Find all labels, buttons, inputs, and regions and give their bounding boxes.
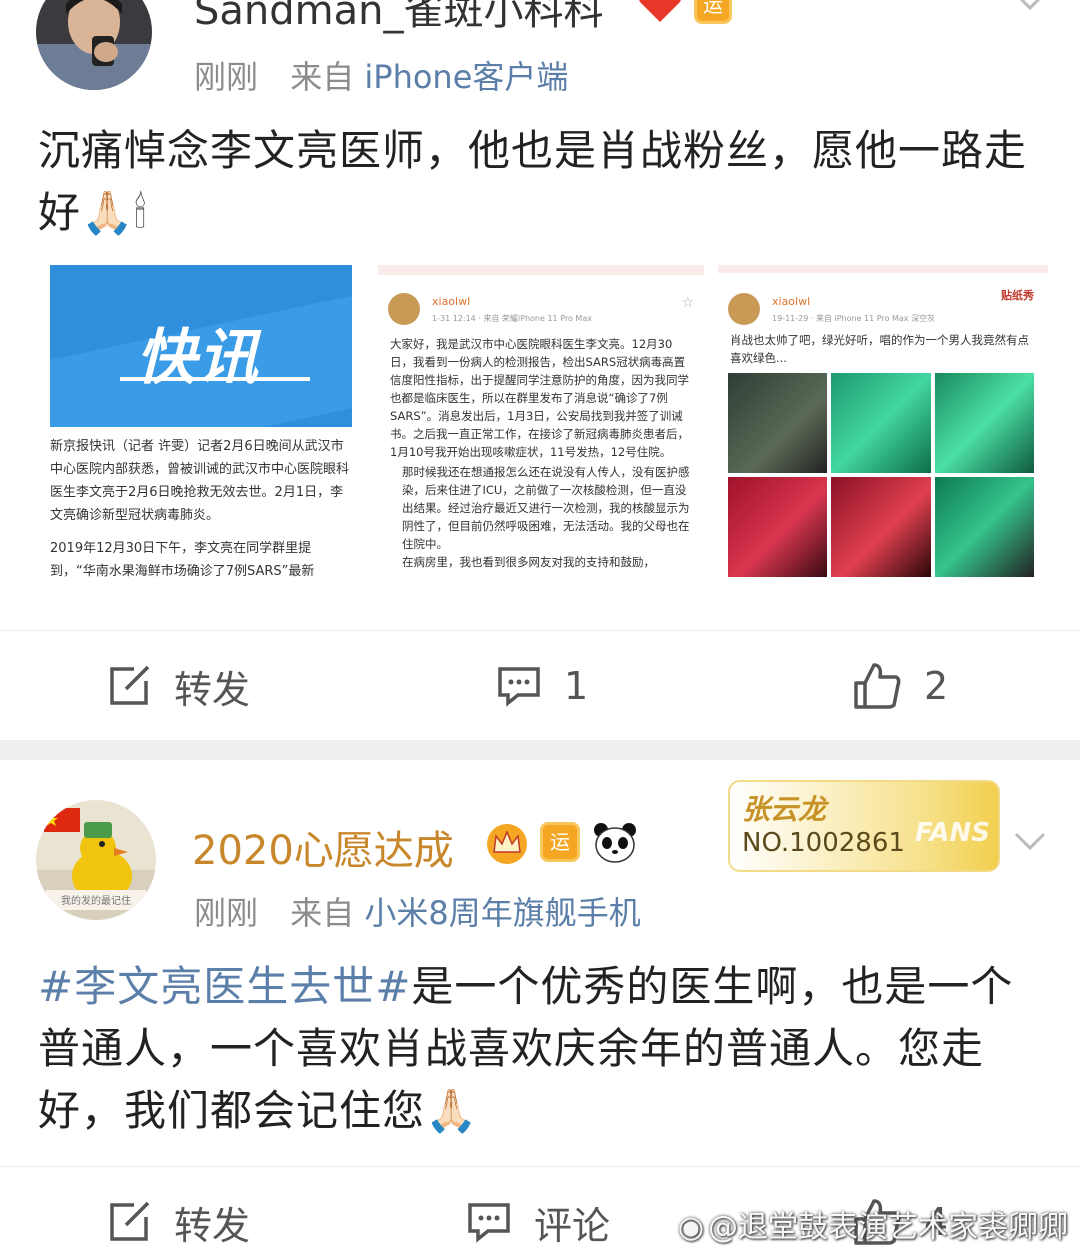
- yun-label: 运: [550, 830, 570, 854]
- thumbs-up-icon: [854, 663, 901, 709]
- grid-photo: [934, 477, 1034, 577]
- yun-badge: 运: [540, 822, 580, 862]
- weibo-logo-icon: ◉: [677, 1210, 704, 1245]
- action-bar: 转发 1 2: [0, 630, 1080, 740]
- weibo-watermark: ◉ @退堂鼓表演艺术家裘卿卿: [678, 1202, 1068, 1246]
- post-separator: [0, 740, 1080, 760]
- comment-icon: [498, 667, 540, 707]
- sticker-badge: 贴纸秀: [1001, 289, 1034, 302]
- weibo-screenshot-image[interactable]: xiaolwl 1-31 12:14 · 来自 荣耀iPhone 11 Pro …: [378, 265, 704, 595]
- post-text: #李文亮医生去世#是一个优秀的医生啊，也是一个普通人，一个喜欢肖战喜欢庆余年的普…: [38, 956, 1048, 1142]
- post-source[interactable]: iPhone客户端: [364, 58, 568, 96]
- fans-number: NO.1002861: [742, 828, 905, 858]
- grid-photo: [831, 477, 931, 577]
- comment-icon: [468, 1203, 510, 1243]
- fans-card[interactable]: 张云龙 NO.1002861 FANS: [728, 780, 1000, 872]
- fan-meta: 19-11-29 · 来自 iPhone 11 Pro Max 深空灰: [772, 314, 936, 323]
- star-icon: ☆: [681, 295, 694, 311]
- repost-button[interactable]: 转发: [106, 631, 250, 741]
- news-para-2: 2019年12月30日下午，李文亮在同学群里提到，“华南水果海鲜市场确诊了7例S…: [50, 541, 315, 579]
- screenshot-para-1: 大家好，我是武汉市中心医院眼科医生李文亮。12月30日，我看到一份病人的检测报告…: [390, 337, 689, 459]
- chevron-down-icon[interactable]: [1010, 0, 1050, 22]
- jiayou-label: 加油: [649, 0, 671, 1]
- avatar-caption: 我的发的最记住: [61, 894, 131, 907]
- topic-hashtag[interactable]: #李文亮医生去世#: [38, 962, 411, 1011]
- screenshot-user: xiaolwl: [432, 295, 471, 308]
- comment-label: 评论: [534, 1203, 611, 1248]
- repost-icon: [110, 665, 150, 705]
- repost-label: 转发: [174, 667, 251, 712]
- from-label: 来自: [290, 58, 355, 96]
- crown-icon: [484, 822, 530, 866]
- news-para-1: 新京报快讯（记者 许雯）记者2月6日晚间从武汉市中心医院内部获悉，曾被训诫的武汉…: [50, 439, 350, 523]
- grid-photo: [934, 373, 1034, 473]
- news-image[interactable]: 快讯 新京报快讯（记者 许雯）记者2月6日晚间从武汉市中心医院内部获悉，曾被训诫…: [50, 265, 352, 595]
- chevron-down-icon[interactable]: [1010, 822, 1050, 862]
- yun-badge: 运: [694, 0, 732, 24]
- fan-text: 肖战也太帅了吧，绿光好听，唱的作为一个男人我竟然有点喜欢绿色...: [730, 333, 1029, 365]
- post-time: 刚刚: [194, 58, 259, 96]
- post-source[interactable]: 小米8周年旗舰手机: [364, 894, 640, 932]
- user-avatar[interactable]: 我的发的最记住: [36, 800, 156, 920]
- grid-photo: [728, 373, 828, 473]
- username[interactable]: Sandman_雀斑小科科: [194, 0, 603, 36]
- like-count: 2: [924, 664, 949, 708]
- username[interactable]: 2020心愿达成: [192, 818, 454, 876]
- watermark-text: @退堂鼓表演艺术家裘卿卿: [708, 1210, 1068, 1245]
- user-avatar[interactable]: [36, 0, 152, 90]
- fans-word: FANS: [914, 818, 990, 848]
- screenshot-avatar: [388, 293, 420, 325]
- comment-button[interactable]: 1: [496, 631, 588, 741]
- weibo-post-2: 我的发的最记住 2020心愿达成 运 张云龙 NO.1002861 FANS 刚…: [0, 760, 1080, 1260]
- repost-button[interactable]: 转发: [106, 1167, 250, 1260]
- comment-count: 1: [564, 664, 589, 708]
- fan-user: xiaolwl: [772, 295, 811, 308]
- news-banner: 快讯: [50, 265, 352, 427]
- repost-icon: [110, 1201, 150, 1241]
- fan-avatar: [728, 293, 760, 325]
- like-button[interactable]: 2: [852, 631, 948, 741]
- yun-label: 运: [703, 0, 723, 17]
- fan-post-image[interactable]: xiaolwl 19-11-29 · 来自 iPhone 11 Pro Max …: [718, 265, 1048, 595]
- panda-icon: [592, 820, 638, 864]
- post-time: 刚刚: [194, 894, 259, 932]
- post-meta: 刚刚 来自 小米8周年旗舰手机: [194, 888, 641, 934]
- photo-grid: [728, 373, 1034, 577]
- post-meta: 刚刚 来自 iPhone客户端: [194, 52, 568, 98]
- fans-name: 张云龙: [742, 793, 827, 826]
- comment-button[interactable]: 评论: [466, 1167, 610, 1260]
- grid-photo: [831, 373, 931, 473]
- weibo-post-1: Sandman_雀斑小科科 加油 运 刚刚 来自 iPhone客户端 沉痛悼念李…: [0, 0, 1080, 740]
- screenshot-para-2: 那时候我还在想通报怎么还在说没有人传人，没有医护感染，后来住进了ICU，之前做了…: [402, 465, 690, 551]
- grid-photo: [728, 477, 828, 577]
- screenshot-header: xiaolwl 1-31 12:14 · 来自 荣耀iPhone 11 Pro …: [378, 275, 704, 325]
- from-label: 来自: [290, 894, 355, 932]
- screenshot-meta: 1-31 12:14 · 来自 荣耀iPhone 11 Pro Max: [432, 314, 592, 323]
- post-text: 沉痛悼念李文亮医师，他也是肖战粉丝，愿他一路走好🙏🏻🕯: [38, 126, 1028, 237]
- screenshot-para-3: 在病房里，我也看到很多网友对我的支持和鼓励，: [402, 555, 655, 569]
- news-banner-title: 快讯: [136, 323, 260, 393]
- repost-label: 转发: [174, 1203, 251, 1248]
- jiayou-heart-badge: 加油: [636, 0, 684, 24]
